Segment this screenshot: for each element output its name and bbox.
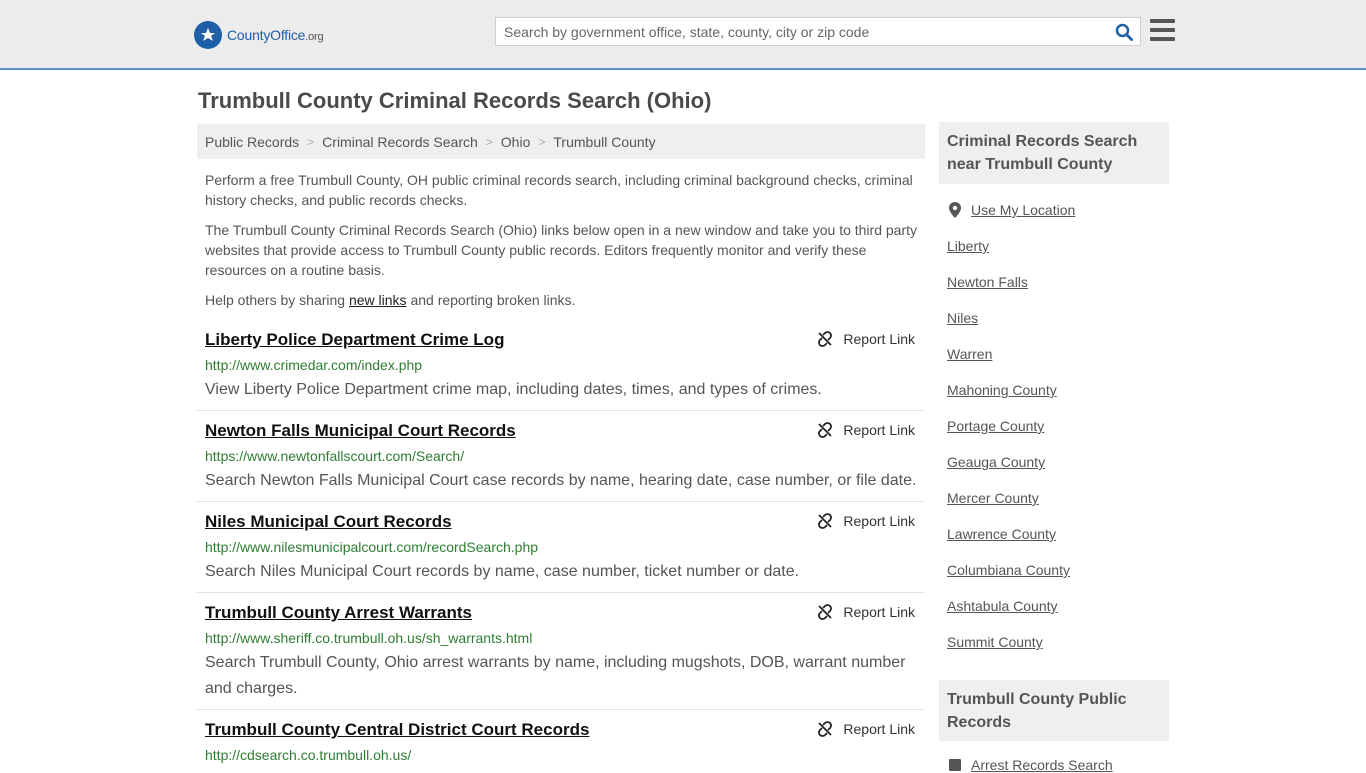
use-my-location-link[interactable]: Use My Location <box>971 202 1075 218</box>
new-links-link[interactable]: new links <box>349 292 407 308</box>
page-title: Trumbull County Criminal Records Search … <box>198 88 712 113</box>
search-bar <box>495 17 1141 46</box>
result-title-link[interactable]: Trumbull County Arrest Warrants <box>205 603 472 623</box>
result-item: Newton Falls Municipal Court Records Rep… <box>197 421 925 502</box>
header-bar: CountyOffice.org <box>0 0 1366 70</box>
result-description: Search Trumbull County, Ohio arrest warr… <box>205 654 906 697</box>
report-link-button[interactable]: Report Link <box>817 513 915 529</box>
intro-paragraph-3: Help others by sharing new links and rep… <box>205 290 921 310</box>
hamburger-menu-icon[interactable] <box>1150 19 1175 41</box>
report-link-label: Report Link <box>843 331 915 347</box>
result-url: https://www.newtonfallscourt.com/Search/ <box>205 448 465 464</box>
sidebar-link-columbiana-county[interactable]: Columbiana County <box>947 562 1070 578</box>
result-item: Trumbull County Arrest Warrants Report L… <box>197 603 925 710</box>
result-url: http://cdsearch.co.trumbull.oh.us/ <box>205 747 412 763</box>
report-link-button[interactable]: Report Link <box>817 422 915 438</box>
result-url: http://www.nilesmunicipalcourt.com/recor… <box>205 539 539 555</box>
result-item: Trumbull County Central District Court R… <box>197 720 925 768</box>
broken-link-icon <box>818 422 833 438</box>
report-link-label: Report Link <box>843 513 915 529</box>
sidebar-link-liberty[interactable]: Liberty <box>947 238 989 254</box>
report-link-button[interactable]: Report Link <box>817 604 915 620</box>
sidebar-arrest-records-row[interactable]: Arrest Records Search <box>949 757 1113 773</box>
sidebar-link-newton-falls[interactable]: Newton Falls <box>947 274 1028 290</box>
sidebar-link-niles[interactable]: Niles <box>947 310 978 326</box>
breadcrumb-public-records[interactable]: Public Records <box>205 134 299 150</box>
logo-org: .org <box>305 31 324 43</box>
result-title-link[interactable]: Trumbull County Central District Court R… <box>205 720 589 740</box>
sidebar-link-ashtabula-county[interactable]: Ashtabula County <box>947 598 1058 614</box>
broken-link-icon <box>818 331 833 347</box>
report-link-button[interactable]: Report Link <box>817 331 915 347</box>
sidebar-link-warren[interactable]: Warren <box>947 346 992 362</box>
sidebar-link-geauga-county[interactable]: Geauga County <box>947 454 1045 470</box>
sidebar-link-arrest-records[interactable]: Arrest Records Search <box>971 757 1113 773</box>
record-icon <box>949 759 961 771</box>
report-link-label: Report Link <box>843 422 915 438</box>
sidebar-link-lawrence-county[interactable]: Lawrence County <box>947 526 1056 542</box>
result-url: http://www.crimedar.com/index.php <box>205 357 423 373</box>
sidebar-public-records-heading: Trumbull County Public Records <box>939 680 1169 741</box>
breadcrumb-ohio[interactable]: Ohio <box>501 134 531 150</box>
result-description: Search Newton Falls Municipal Court case… <box>205 472 917 489</box>
result-item: Liberty Police Department Crime Log Repo… <box>197 330 925 411</box>
breadcrumb-trumbull[interactable]: Trumbull County <box>553 134 655 150</box>
result-url: http://www.sheriff.co.trumbull.oh.us/sh_… <box>205 630 533 646</box>
sidebar-link-mahoning-county[interactable]: Mahoning County <box>947 382 1057 398</box>
breadcrumb-separator: > <box>307 134 315 149</box>
intro-text: and reporting broken links. <box>406 292 576 308</box>
report-link-label: Report Link <box>843 721 915 737</box>
breadcrumb-separator: > <box>485 134 493 149</box>
result-item: Niles Municipal Court Records Report Lin… <box>197 512 925 593</box>
logo-name: CountyOffice <box>227 27 306 43</box>
result-description: View Liberty Police Department crime map… <box>205 381 822 398</box>
report-link-button[interactable]: Report Link <box>817 721 915 737</box>
sidebar-link-portage-county[interactable]: Portage County <box>947 418 1044 434</box>
result-title-link[interactable]: Liberty Police Department Crime Log <box>205 330 504 350</box>
sidebar-link-mercer-county[interactable]: Mercer County <box>947 490 1039 506</box>
search-button[interactable] <box>1108 18 1140 45</box>
breadcrumb: Public Records > Criminal Records Search… <box>197 124 925 159</box>
broken-link-icon <box>818 604 833 620</box>
breadcrumb-criminal-records[interactable]: Criminal Records Search <box>322 134 478 150</box>
intro-paragraph-2: The Trumbull County Criminal Records Sea… <box>205 222 918 278</box>
result-title-link[interactable]: Newton Falls Municipal Court Records <box>205 421 516 441</box>
logo-text: CountyOffice.org <box>227 27 324 43</box>
breadcrumb-separator: > <box>538 134 546 149</box>
search-input[interactable] <box>496 18 1108 45</box>
use-location-row[interactable]: Use My Location <box>949 202 1075 218</box>
report-link-label: Report Link <box>843 604 915 620</box>
result-title-link[interactable]: Niles Municipal Court Records <box>205 512 452 532</box>
sidebar-nearby-heading: Criminal Records Search near Trumbull Co… <box>939 122 1169 184</box>
broken-link-icon <box>818 513 833 529</box>
intro-text: Help others by sharing <box>205 292 349 308</box>
site-logo[interactable]: CountyOffice.org <box>194 20 324 50</box>
result-description: Search Niles Municipal Court records by … <box>205 563 800 580</box>
sidebar-link-summit-county[interactable]: Summit County <box>947 634 1043 650</box>
intro-paragraph-1: Perform a free Trumbull County, OH publi… <box>205 172 913 208</box>
logo-seal-icon <box>194 21 222 49</box>
map-pin-icon <box>949 202 961 218</box>
search-icon <box>1115 23 1133 41</box>
broken-link-icon <box>818 721 833 737</box>
